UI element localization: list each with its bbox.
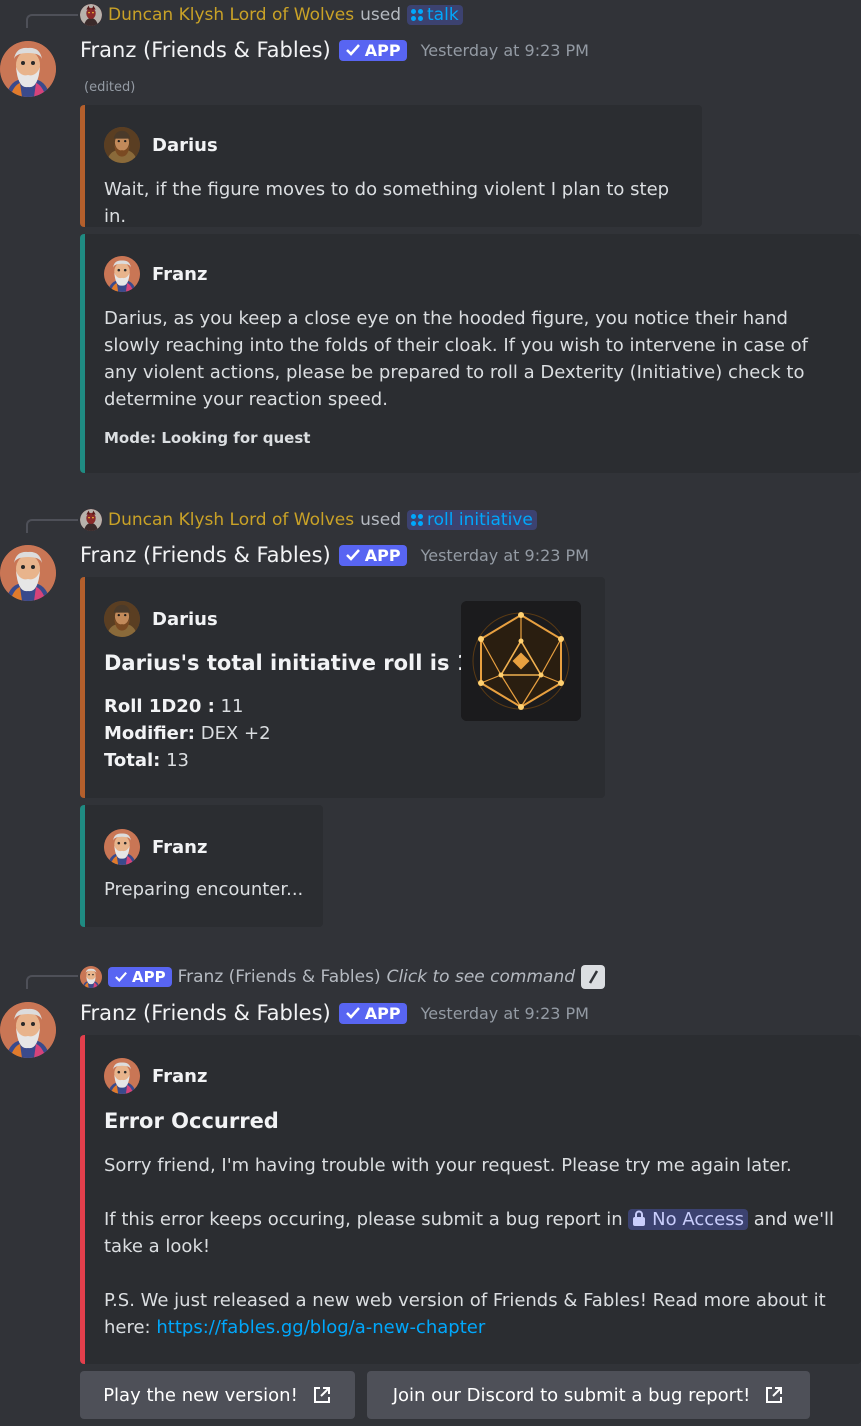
- click-to-see-command[interactable]: Click to see command: [387, 967, 575, 987]
- error-line-3: P.S. We just released a new web version …: [104, 1287, 844, 1341]
- author-avatar: [104, 829, 140, 865]
- error-line-2: If this error keeps occuring, please sub…: [104, 1206, 844, 1260]
- embed-initiative-roll: Darius Darius's total initiative roll is…: [80, 577, 605, 798]
- checkmark-icon: [115, 972, 127, 982]
- blog-link[interactable]: https://fables.gg/blog/a-new-chapter: [156, 1317, 485, 1338]
- join-discord-button[interactable]: Join our Discord to submit a bug report!: [367, 1371, 810, 1419]
- reference-used-text: used: [360, 510, 402, 530]
- author-avatar: [104, 127, 140, 163]
- embed-author-name: Franz: [152, 1065, 208, 1087]
- field-name: Total:: [104, 750, 161, 771]
- embed-author-name: Franz: [152, 263, 208, 285]
- command-chip[interactable]: talk: [407, 5, 463, 25]
- author-avatar: [104, 601, 140, 637]
- user-avatar[interactable]: [80, 509, 102, 531]
- error-line-2-text: If this error keeps occuring, please sub…: [104, 1209, 623, 1230]
- bot-username[interactable]: Franz (Friends & Fables): [80, 543, 331, 567]
- field-value: DEX +2: [200, 723, 271, 744]
- reference-used-text: used: [360, 5, 402, 25]
- reference-username[interactable]: Duncan Klysh Lord of Wolves: [108, 5, 354, 25]
- embed-author-name: Franz: [152, 836, 208, 858]
- checkmark-icon: [345, 549, 360, 561]
- embed-author: Franz: [104, 1058, 207, 1094]
- reference-username[interactable]: Franz (Friends & Fables): [178, 967, 381, 987]
- reply-connector: [26, 975, 78, 989]
- reply-connector: [26, 519, 78, 533]
- user-avatar[interactable]: [80, 4, 102, 26]
- command-chip[interactable]: roll initiative: [407, 510, 537, 530]
- message-header: Franz (Friends & Fables) APP Yesterday a…: [80, 38, 589, 62]
- embed-author: Franz: [104, 829, 207, 865]
- app-badge: APP: [338, 544, 407, 566]
- embed-author: Darius: [104, 601, 218, 637]
- embed-author-name: Darius: [152, 134, 218, 156]
- command-icon: [411, 9, 424, 21]
- embed-author: Franz: [104, 256, 207, 292]
- lock-icon: [633, 1210, 646, 1226]
- message-timestamp[interactable]: Yesterday at 9:23 PM: [421, 41, 589, 60]
- app-badge: APP: [338, 39, 407, 61]
- message-header: Franz (Friends & Fables) APP Yesterday a…: [80, 1001, 589, 1025]
- message-timestamp[interactable]: Yesterday at 9:23 PM: [421, 1004, 589, 1023]
- bot-avatar[interactable]: [0, 545, 56, 601]
- author-avatar: [104, 1058, 140, 1094]
- field-roll: Roll 1D20 : 11: [104, 693, 271, 720]
- bot-avatar[interactable]: [0, 41, 56, 97]
- embed-preparing-encounter: Franz Preparing encounter...: [80, 805, 323, 927]
- command-icon: [411, 514, 424, 526]
- app-badge-label: APP: [364, 40, 401, 60]
- author-avatar: [104, 256, 140, 292]
- reply-reference[interactable]: Duncan Klysh Lord of Wolves used roll in…: [80, 509, 537, 531]
- app-badge: APP: [108, 967, 172, 987]
- embed-title: Darius's total initiative roll is 13!: [104, 651, 496, 675]
- play-new-version-button[interactable]: Play the new version!: [80, 1371, 355, 1419]
- reply-connector: [26, 14, 78, 28]
- error-line-1: Sorry friend, I'm having trouble with yo…: [104, 1155, 792, 1176]
- user-avatar[interactable]: [80, 966, 102, 988]
- bot-avatar[interactable]: [0, 1002, 56, 1058]
- embed-author: Darius: [104, 127, 218, 163]
- button-label: Play the new version!: [103, 1384, 298, 1406]
- embed-footer: Mode: Looking for quest: [104, 429, 311, 447]
- channel-mention-label: No Access: [652, 1209, 744, 1230]
- message-header: Franz (Friends & Fables) APP Yesterday a…: [80, 543, 589, 567]
- embed-darius-message: Darius Wait, if the figure moves to do s…: [80, 105, 702, 227]
- bot-username[interactable]: Franz (Friends & Fables): [80, 38, 331, 62]
- app-badge-label: APP: [364, 545, 401, 565]
- embed-title: Error Occurred: [104, 1109, 279, 1133]
- embed-description: Darius, as you keep a close eye on the h…: [104, 308, 808, 410]
- channel-mention[interactable]: No Access: [628, 1209, 748, 1230]
- field-value: 11: [220, 696, 244, 717]
- reference-username[interactable]: Duncan Klysh Lord of Wolves: [108, 510, 354, 530]
- embed-error: Franz Error Occurred Sorry friend, I'm h…: [80, 1035, 861, 1364]
- app-badge: APP: [338, 1002, 407, 1024]
- reply-reference[interactable]: APP Franz (Friends & Fables) Click to se…: [80, 965, 606, 989]
- app-badge-label: APP: [132, 968, 166, 986]
- embed-fields: Roll 1D20 : 11 Modifier: DEX +2 Total: 1…: [104, 693, 271, 774]
- d20-dice-image[interactable]: [461, 601, 581, 721]
- field-total: Total: 13: [104, 747, 271, 774]
- embed-description: Wait, if the figure moves to do somethin…: [104, 179, 670, 227]
- checkmark-icon: [345, 1007, 360, 1019]
- checkmark-icon: [345, 44, 360, 56]
- reply-reference[interactable]: Duncan Klysh Lord of Wolves used talk: [80, 4, 463, 26]
- embed-author-name: Darius: [152, 608, 218, 630]
- edited-label: (edited): [84, 80, 136, 95]
- app-badge-label: APP: [364, 1003, 401, 1023]
- field-name: Roll 1D20 :: [104, 696, 215, 717]
- field-modifier: Modifier: DEX +2: [104, 720, 271, 747]
- slash-command-icon[interactable]: [581, 965, 606, 989]
- embed-franz-response: Franz Darius, as you keep a close eye on…: [80, 234, 861, 473]
- field-value: 13: [166, 750, 190, 771]
- button-label: Join our Discord to submit a bug report!: [392, 1384, 751, 1406]
- external-link-icon: [766, 1387, 783, 1403]
- message-timestamp[interactable]: Yesterday at 9:23 PM: [421, 546, 589, 565]
- external-link-icon: [313, 1387, 330, 1403]
- command-name: roll initiative: [427, 510, 533, 530]
- embed-description: Preparing encounter...: [104, 879, 304, 900]
- field-name: Modifier:: [104, 723, 195, 744]
- bot-username[interactable]: Franz (Friends & Fables): [80, 1001, 331, 1025]
- command-name: talk: [427, 5, 459, 25]
